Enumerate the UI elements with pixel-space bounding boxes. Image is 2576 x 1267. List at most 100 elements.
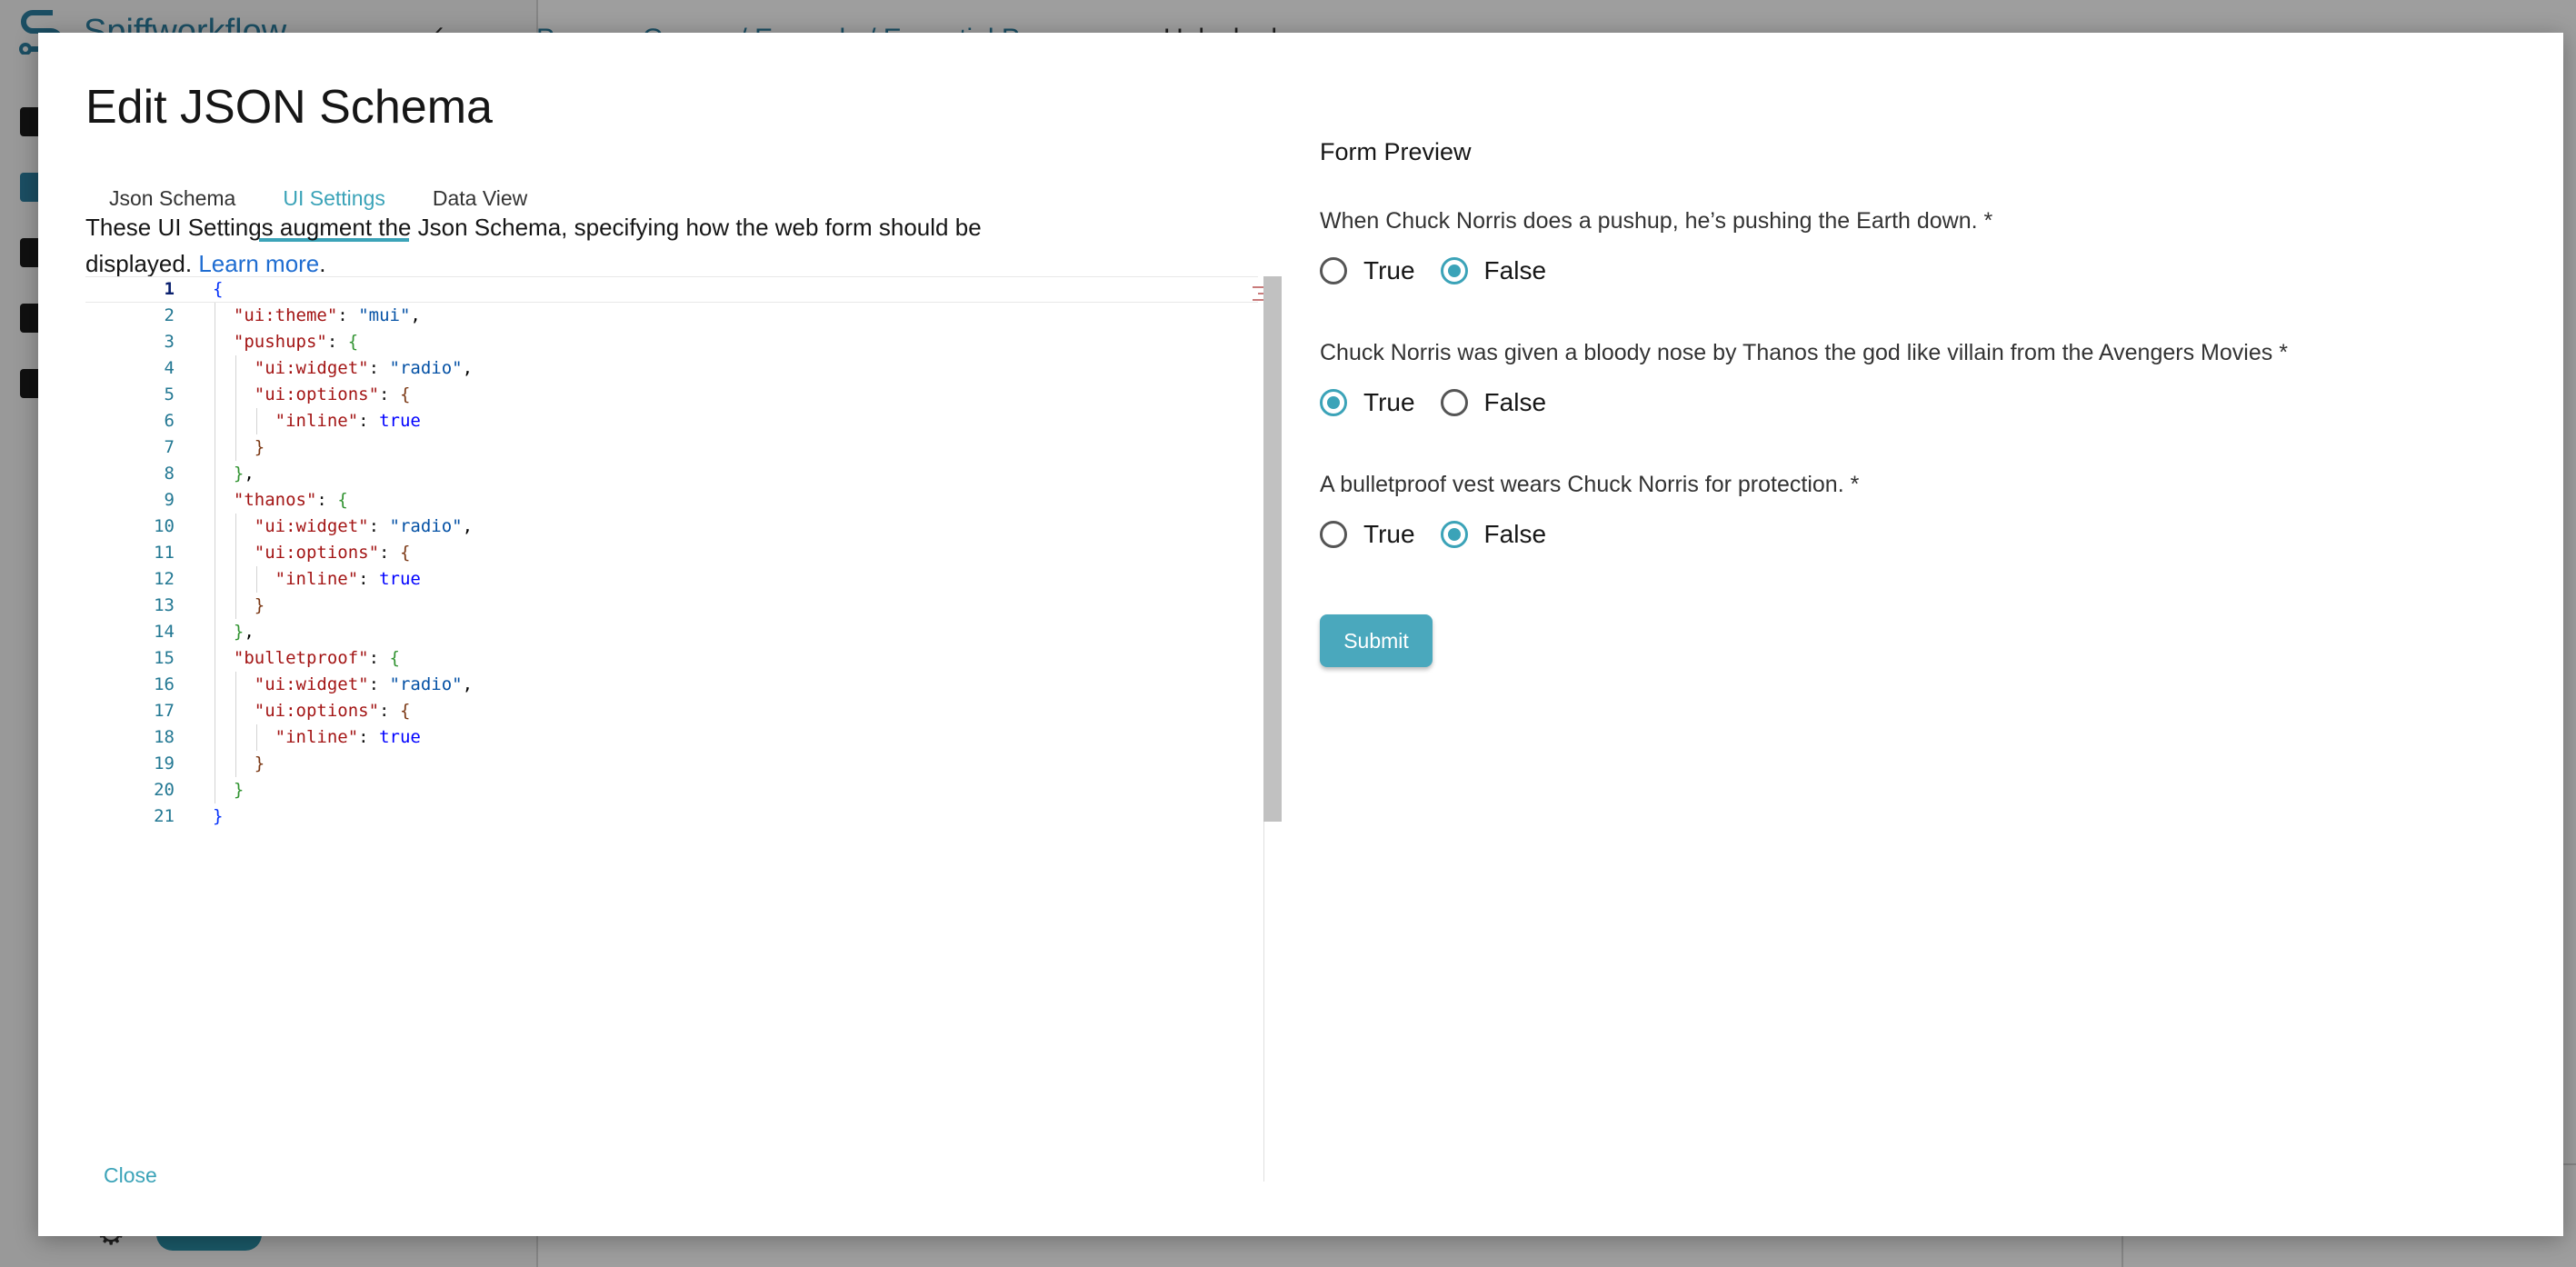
code-text: },	[233, 622, 255, 642]
code-text: "bulletproof": {	[233, 648, 400, 668]
radio-label: True	[1363, 520, 1415, 548]
line-number: 9	[164, 490, 175, 510]
question-pushups: When Chuck Norris does a pushup, he’s pu…	[1320, 205, 2520, 289]
code-text: {	[213, 279, 224, 299]
radio-label: True	[1363, 388, 1415, 416]
radio-option-true[interactable]: True	[1320, 256, 1415, 285]
required-marker: *	[2279, 340, 2288, 365]
code-line[interactable]: 9 "thanos": {	[85, 487, 1258, 514]
code-line[interactable]: 16 "ui:widget": "radio",	[85, 672, 1258, 698]
code-text: }	[254, 437, 265, 457]
line-number: 1	[164, 279, 175, 299]
code-text: "ui:options": {	[254, 543, 411, 563]
code-text: "thanos": {	[233, 490, 348, 510]
indent-guide	[235, 751, 236, 777]
code-line[interactable]: 15 "bulletproof": {	[85, 645, 1258, 672]
indent-guide	[235, 672, 236, 698]
code-line[interactable]: 10 "ui:widget": "radio",	[85, 514, 1258, 540]
line-number: 4	[164, 358, 175, 378]
required-marker: *	[1850, 472, 1860, 497]
modal-title: Edit JSON Schema	[85, 81, 493, 134]
code-line[interactable]: 6 "inline": true	[85, 408, 1258, 434]
code-line[interactable]: 11 "ui:options": {	[85, 540, 1258, 566]
code-line[interactable]: 17 "ui:options": {	[85, 698, 1258, 724]
line-number: 3	[164, 332, 175, 352]
code-line[interactable]: 14 },	[85, 619, 1258, 645]
indent-guide	[235, 434, 236, 461]
code-line[interactable]: 19 }	[85, 751, 1258, 777]
question-label: Chuck Norris was given a bloody nose by …	[1320, 340, 2273, 365]
code-line[interactable]: 18 "inline": true	[85, 724, 1258, 751]
code-text: }	[254, 753, 265, 773]
radio-button[interactable]	[1440, 389, 1468, 416]
radio-button[interactable]	[1320, 257, 1347, 284]
radio-option-false[interactable]: False	[1440, 520, 1546, 549]
pane-divider	[1263, 822, 1264, 1182]
code-line[interactable]: 3 "pushups": {	[85, 329, 1258, 355]
indent-guide	[235, 382, 236, 408]
line-number: 2	[164, 305, 175, 325]
learn-more-link[interactable]: Learn more	[198, 250, 319, 277]
submit-button[interactable]: Submit	[1320, 614, 1433, 667]
indent-guide	[235, 724, 236, 751]
code-text: "inline": true	[275, 411, 421, 431]
code-line[interactable]: 5 "ui:options": {	[85, 382, 1258, 408]
radio-button[interactable]	[1320, 521, 1347, 548]
code-text: "ui:theme": "mui",	[233, 305, 421, 325]
code-text: "ui:options": {	[254, 384, 411, 404]
line-number: 15	[154, 648, 175, 668]
code-line[interactable]: 8 },	[85, 461, 1258, 487]
code-text: "ui:widget": "radio",	[254, 358, 474, 378]
line-number: 8	[164, 464, 175, 484]
code-text: "ui:options": {	[254, 701, 411, 721]
line-number: 13	[154, 595, 175, 615]
radio-option-true[interactable]: True	[1320, 388, 1415, 417]
code-editor[interactable]: 1{2 "ui:theme": "mui", 3 "pushups": {4 "u…	[85, 276, 1269, 862]
code-text: }	[233, 780, 245, 800]
question-label: A bulletproof vest wears Chuck Norris fo…	[1320, 472, 1844, 497]
radio-button[interactable]	[1440, 521, 1468, 548]
radio-group: True False	[1320, 384, 2520, 421]
editor-scrollbar[interactable]	[1263, 276, 1282, 822]
code-line[interactable]: 4 "ui:widget": "radio",	[85, 355, 1258, 382]
code-line[interactable]: 20 }	[85, 777, 1258, 803]
code-line[interactable]: 21}	[85, 803, 1258, 830]
indent-guide	[255, 724, 257, 751]
indent-guide	[235, 566, 236, 593]
line-number: 12	[154, 569, 175, 589]
line-number: 11	[154, 543, 175, 563]
required-marker: *	[1983, 208, 1993, 234]
line-number: 16	[154, 674, 175, 694]
code-line[interactable]: 1{	[85, 276, 1258, 303]
code-line[interactable]: 7 }	[85, 434, 1258, 461]
indent-guide	[235, 698, 236, 724]
radio-option-false[interactable]: False	[1440, 256, 1547, 285]
line-number: 14	[154, 622, 175, 642]
radio-label: False	[1483, 256, 1547, 284]
radio-option-false[interactable]: False	[1440, 388, 1546, 417]
line-number: 21	[154, 806, 175, 826]
line-number: 5	[164, 384, 175, 404]
question-bulletproof: A bulletproof vest wears Chuck Norris fo…	[1320, 469, 2520, 553]
indent-guide	[255, 566, 257, 593]
radio-group: True False	[1320, 516, 2520, 553]
code-line[interactable]: 12 "inline": true	[85, 566, 1258, 593]
line-number: 20	[154, 780, 175, 800]
radio-button[interactable]	[1440, 257, 1468, 284]
indent-guide	[235, 593, 236, 619]
indent-guide	[235, 540, 236, 566]
code-text: },	[233, 464, 255, 484]
question-thanos: Chuck Norris was given a bloody nose by …	[1320, 337, 2520, 421]
code-text: "inline": true	[275, 569, 421, 589]
edit-json-schema-modal: Edit JSON Schema Json Schema UI Settings…	[38, 33, 2563, 1236]
code-text: "ui:widget": "radio",	[254, 516, 474, 536]
code-text: }	[213, 806, 224, 826]
indent-guide	[235, 514, 236, 540]
close-button[interactable]: Close	[104, 1163, 157, 1188]
code-line[interactable]: 13 }	[85, 593, 1258, 619]
radio-button[interactable]	[1320, 389, 1347, 416]
radio-option-true[interactable]: True	[1320, 520, 1415, 549]
code-line[interactable]: 2 "ui:theme": "mui",	[85, 303, 1258, 329]
code-text: "ui:widget": "radio",	[254, 674, 474, 694]
code-text: }	[254, 595, 265, 615]
